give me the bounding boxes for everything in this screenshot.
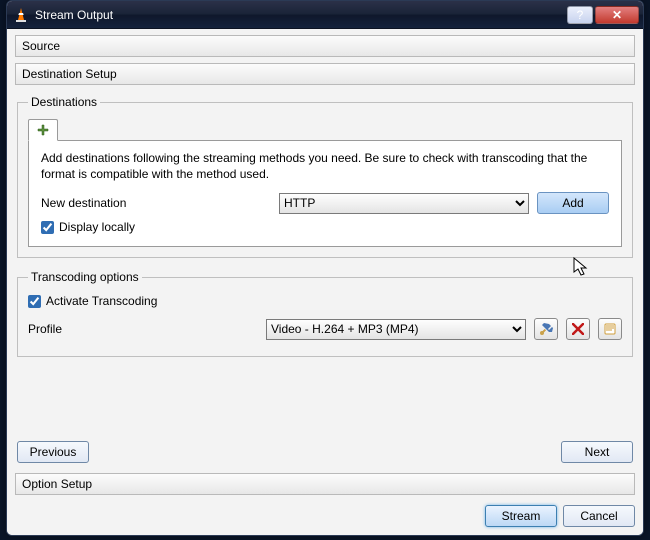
cancel-button-label: Cancel: [580, 509, 617, 523]
profile-new-button[interactable]: [598, 318, 622, 340]
section-source-label: Source: [22, 39, 60, 53]
app-cone-icon: [13, 7, 29, 23]
activate-transcoding-checkbox[interactable]: [28, 295, 41, 308]
new-destination-row: New destination HTTP Add: [41, 192, 609, 214]
profile-row: Profile Video - H.264 + MP3 (MP4): [28, 318, 622, 340]
cancel-button[interactable]: Cancel: [563, 505, 635, 527]
section-option-setup[interactable]: Option Setup: [15, 473, 635, 495]
previous-button[interactable]: Previous: [17, 441, 89, 463]
client-area: Source Destination Setup Destinations Ad…: [7, 29, 643, 535]
profile-delete-button[interactable]: [566, 318, 590, 340]
destinations-group: Destinations Add destinations following …: [17, 95, 633, 258]
previous-button-label: Previous: [30, 445, 77, 459]
delete-x-icon: [572, 323, 584, 335]
transcoding-group: Transcoding options Activate Transcoding…: [17, 270, 633, 357]
help-button[interactable]: ?: [567, 6, 593, 24]
wrench-icon: [539, 322, 553, 336]
add-destination-tab[interactable]: [28, 119, 58, 141]
transcoding-legend: Transcoding options: [28, 270, 142, 284]
new-destination-label: New destination: [41, 196, 271, 210]
profile-select[interactable]: Video - H.264 + MP3 (MP4): [266, 319, 526, 340]
destination-method-select[interactable]: HTTP: [279, 193, 529, 214]
help-icon: ?: [577, 8, 584, 22]
close-icon: ✕: [612, 8, 622, 22]
dialog-footer: Stream Cancel: [15, 505, 635, 527]
add-button[interactable]: Add: [537, 192, 609, 214]
display-locally-checkbox[interactable]: [41, 221, 54, 234]
stream-button-label: Stream: [502, 509, 541, 523]
section-destination-setup[interactable]: Destination Setup: [15, 63, 635, 85]
destinations-help-text: Add destinations following the streaming…: [41, 151, 609, 182]
flex-spacer: [15, 365, 635, 431]
profile-label: Profile: [28, 322, 258, 336]
section-option-setup-label: Option Setup: [22, 477, 92, 491]
next-button-label: Next: [585, 445, 610, 459]
add-button-label: Add: [562, 196, 583, 210]
titlebar[interactable]: Stream Output ? ✕: [7, 1, 643, 29]
activate-transcoding-row: Activate Transcoding: [28, 294, 622, 308]
next-button[interactable]: Next: [561, 441, 633, 463]
stream-button[interactable]: Stream: [485, 505, 557, 527]
destinations-tabstrip: [28, 117, 622, 141]
display-locally-row: Display locally: [41, 220, 609, 234]
window-title: Stream Output: [35, 8, 567, 22]
window-controls: ? ✕: [567, 6, 639, 24]
display-locally-label: Display locally: [59, 220, 135, 234]
plus-icon: [37, 124, 49, 136]
activate-transcoding-label: Activate Transcoding: [46, 294, 157, 308]
wizard-nav: Previous Next: [15, 437, 635, 467]
close-button[interactable]: ✕: [595, 6, 639, 24]
destinations-legend: Destinations: [28, 95, 100, 109]
destinations-tab-body: Add destinations following the streaming…: [28, 140, 622, 247]
new-profile-icon: [603, 322, 617, 336]
nav-spacer: [89, 441, 561, 463]
section-destination-setup-label: Destination Setup: [22, 67, 117, 81]
section-source[interactable]: Source: [15, 35, 635, 57]
profile-tools-button[interactable]: [534, 318, 558, 340]
dialog-window: Stream Output ? ✕ Source Destination Set…: [6, 0, 644, 536]
